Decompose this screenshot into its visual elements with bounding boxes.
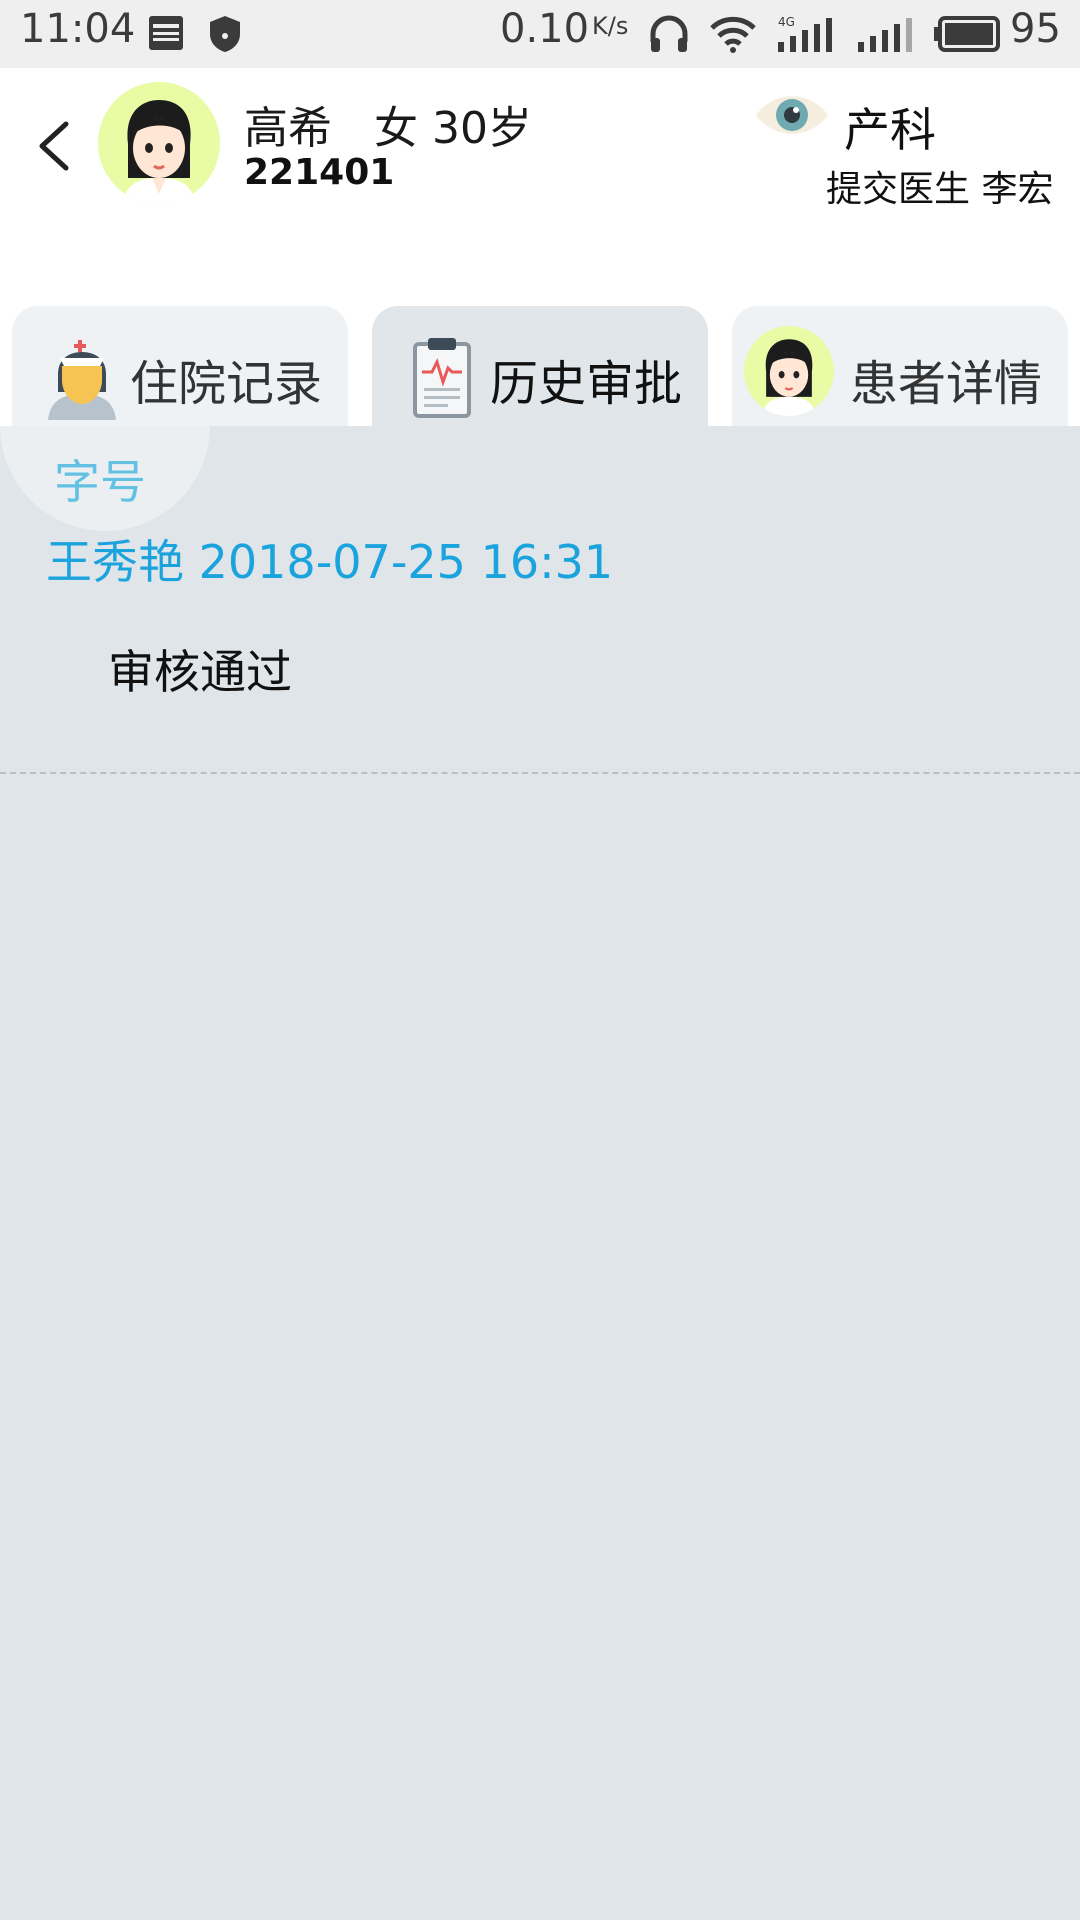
tab-hospitalization-records[interactable]: 住院记录 <box>12 306 348 426</box>
divider <box>0 772 1080 774</box>
department: 产科 <box>844 103 936 157</box>
shield-icon <box>208 14 242 58</box>
submitting-doctor: 提交医生 李宏 <box>826 169 1054 210</box>
eye-icon <box>754 88 830 146</box>
font-size-label[interactable]: 字号 <box>54 446 146 512</box>
patient-avatar-icon <box>744 326 834 416</box>
news-icon <box>148 14 184 56</box>
record-body: 审核通过 <box>108 645 292 699</box>
patient-id: 221401 <box>244 152 395 193</box>
tab-approval-history[interactable]: 历史审批 <box>372 306 708 426</box>
record-header: 王秀艳 2018-07-25 16:31 <box>46 535 614 589</box>
headphones-icon <box>648 14 690 60</box>
back-button[interactable] <box>30 110 80 180</box>
nurse-icon <box>44 340 120 424</box>
patient-name-gender-age: 高希 女 30岁 <box>244 103 532 154</box>
tab-label: 住院记录 <box>130 356 323 412</box>
battery-level: 95 <box>1010 6 1061 52</box>
wifi-icon <box>710 14 756 58</box>
clipboard-icon <box>412 336 472 422</box>
patient-avatar <box>98 82 220 204</box>
status-time: 11:04 <box>20 6 136 52</box>
status-bar: 11:04 0.10 K/s 4G 95 <box>0 0 1080 68</box>
tab-label: 患者详情 <box>850 356 1043 412</box>
battery-icon <box>932 14 1002 58</box>
signal-icon <box>856 14 914 58</box>
tab-patient-details[interactable]: 患者详情 <box>732 306 1068 426</box>
chevron-left-icon <box>39 121 69 171</box>
network-speed-unit: K/s <box>592 12 629 40</box>
tab-label: 历史审批 <box>490 356 683 412</box>
signal-4g-icon: 4G <box>776 14 834 58</box>
network-speed: 0.10 <box>500 6 590 52</box>
svg-text:4G: 4G <box>778 15 795 29</box>
